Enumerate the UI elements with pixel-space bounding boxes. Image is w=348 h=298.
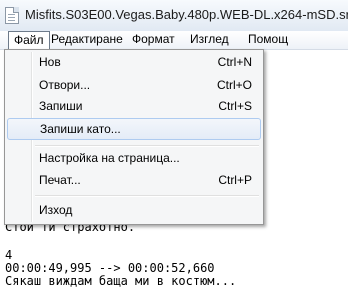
file-menu-dropdown: Нов Ctrl+N Отвори... Ctrl+O Запиши Ctrl+…	[4, 49, 264, 225]
menu-edit[interactable]: Редактиране	[46, 31, 128, 50]
menu-item-label: Нов	[39, 55, 61, 69]
menu-item-label: Печат...	[39, 173, 81, 187]
menu-item-new[interactable]: Нов Ctrl+N	[7, 51, 261, 73]
menu-item-label: Запиши	[39, 99, 83, 113]
menu-item-print[interactable]: Печат... Ctrl+P	[7, 169, 261, 191]
menu-file[interactable]: Файл	[8, 31, 50, 50]
menu-item-shortcut: Ctrl+N	[217, 55, 252, 69]
menu-separator	[35, 195, 259, 197]
menu-item-save[interactable]: Запиши Ctrl+S	[7, 95, 261, 117]
menu-format[interactable]: Формат	[127, 31, 180, 50]
menu-item-save-as[interactable]: Запиши като...	[7, 118, 261, 140]
menu-item-label: Запиши като...	[40, 122, 121, 136]
notepad-icon[interactable]	[5, 7, 19, 24]
menu-item-shortcut: Ctrl+S	[218, 99, 252, 113]
menu-item-label: Отвори...	[39, 78, 91, 92]
menu-item-label: Настройка на страница...	[39, 151, 180, 165]
menu-view[interactable]: Изглед	[185, 31, 234, 50]
title-bar[interactable]: Misfits.S03E00.Vegas.Baby.480p.WEB-DL.x2…	[0, 0, 348, 31]
menu-item-exit[interactable]: Изход	[7, 199, 261, 221]
window-title: Misfits.S03E00.Vegas.Baby.480p.WEB-DL.x2…	[25, 7, 348, 22]
menu-item-shortcut: Ctrl+O	[216, 78, 252, 92]
menu-item-page-setup[interactable]: Настройка на страница...	[7, 147, 261, 169]
menu-item-label: Изход	[39, 203, 73, 217]
editor-line: Сякаш виждам баща ми в костюм...	[5, 274, 237, 288]
menu-item-open[interactable]: Отвори... Ctrl+O	[7, 74, 261, 96]
menu-help[interactable]: Помощ	[243, 31, 293, 50]
menu-item-shortcut: Ctrl+P	[218, 173, 252, 187]
menu-bar: Файл Редактиране Формат Изглед Помощ	[0, 31, 348, 50]
editor-line: 4	[5, 248, 13, 262]
editor-line: 00:00:49,995 --> 00:00:52,660	[5, 261, 215, 275]
